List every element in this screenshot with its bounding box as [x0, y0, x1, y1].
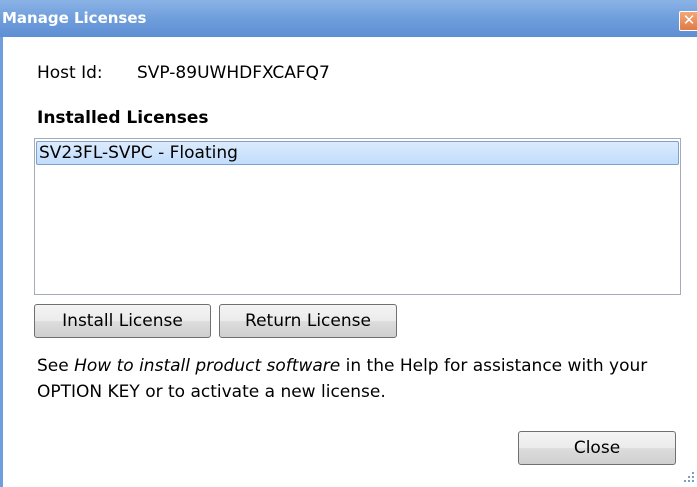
- resize-grip-icon[interactable]: [682, 470, 696, 484]
- close-icon[interactable]: ✕: [679, 11, 697, 31]
- window-title: Manage Licenses: [2, 9, 147, 27]
- help-topic-link: How to install product software: [74, 356, 341, 376]
- license-list[interactable]: SV23FL-SVPC - Floating: [34, 138, 681, 295]
- host-id-value: SVP-89UWHDFXCAFQ7: [137, 63, 330, 83]
- list-item[interactable]: SV23FL-SVPC - Floating: [36, 141, 679, 165]
- manage-licenses-dialog: Manage Licenses ✕ Host Id: SVP-89UWHDFXC…: [0, 0, 697, 487]
- help-text: See How to install product software in t…: [37, 353, 677, 405]
- help-prefix: See: [37, 356, 75, 376]
- title-bar[interactable]: Manage Licenses ✕: [0, 0, 697, 37]
- window-border: [0, 37, 3, 487]
- install-license-button[interactable]: Install License: [34, 304, 211, 338]
- host-id-label: Host Id:: [37, 63, 103, 83]
- close-button[interactable]: Close: [518, 431, 676, 465]
- close-glyph: ✕: [682, 11, 696, 29]
- license-item-label: SV23FL-SVPC - Floating: [39, 143, 238, 163]
- return-license-button[interactable]: Return License: [219, 304, 397, 338]
- installed-licenses-heading: Installed Licenses: [37, 108, 209, 128]
